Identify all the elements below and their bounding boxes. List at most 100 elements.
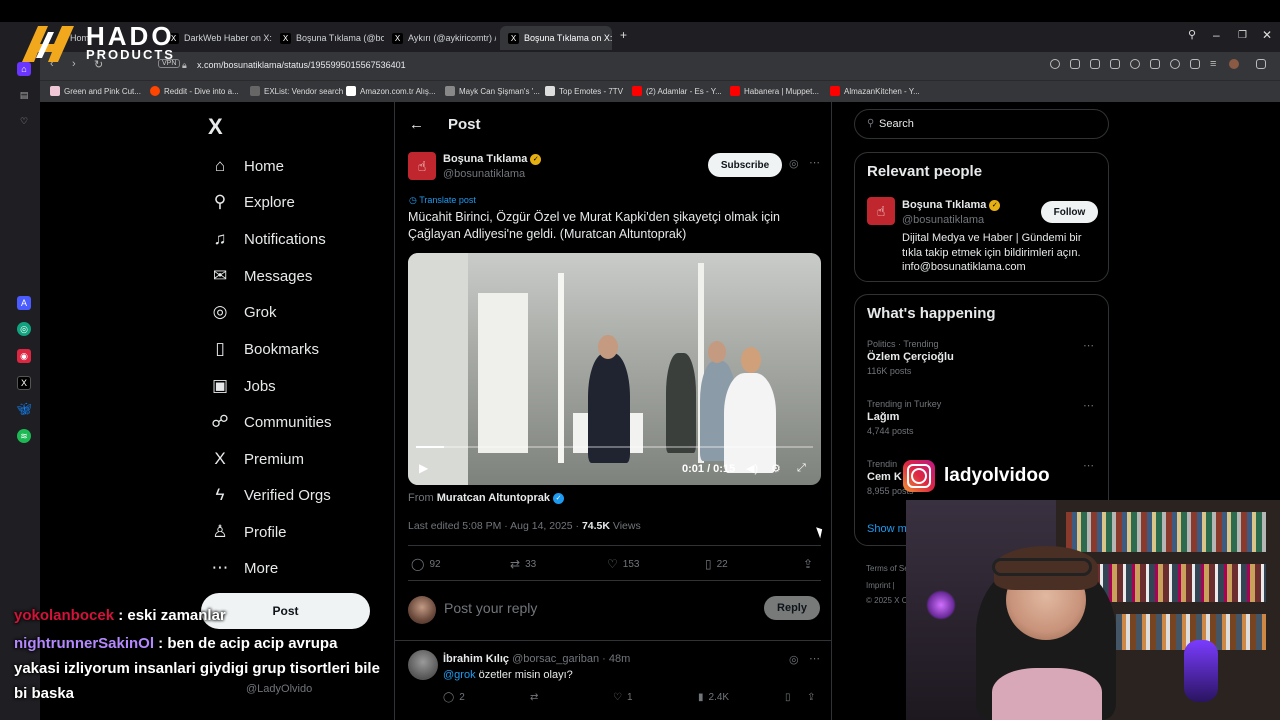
chatgpt-icon[interactable]: ◎ [17, 322, 31, 336]
instagram-icon[interactable]: ◉ [17, 349, 31, 363]
minimize-icon[interactable]: – [1213, 28, 1220, 42]
footer-imprint-link[interactable]: Imprint | [866, 581, 895, 590]
edit-icon[interactable] [1070, 59, 1080, 69]
tab-aykiri[interactable]: X Aykırı (@aykiricomtr) / X [384, 26, 496, 50]
reply-action[interactable]: ◯ 92 [411, 557, 441, 571]
show-more-link[interactable]: Show m [867, 523, 907, 535]
nav-communities[interactable]: ☍ Communities [210, 412, 331, 432]
author-avatar[interactable]: ☝ [408, 152, 436, 180]
nav-home[interactable]: ⌂ Home [210, 156, 284, 176]
fullscreen-icon[interactable]: ⤢ [797, 462, 806, 475]
like-action[interactable]: ♡ 153 [607, 557, 639, 571]
person-avatar[interactable]: ☝ [867, 197, 895, 225]
grok-icon[interactable]: ◎ [789, 653, 799, 666]
bookmark-item[interactable]: EXList: Vendor search [250, 86, 343, 96]
trend-item[interactable]: Politics · Trending Özlem Çerçioğlu 116K… [867, 339, 954, 376]
bookmark-item[interactable]: Amazon.com.tr Alış... [346, 86, 436, 96]
camera-icon[interactable] [1090, 59, 1100, 69]
nav-explore[interactable]: ⚲ Explore [210, 192, 295, 212]
comment-reply-action[interactable]: ◯ 2 [443, 692, 465, 703]
source-author-link[interactable]: Muratcan Altuntoprak [437, 492, 550, 504]
zoom-icon[interactable] [1050, 59, 1060, 69]
author-handle[interactable]: @bosunatiklama [443, 168, 525, 180]
lock-icon[interactable]: 🔒︎ [182, 60, 187, 71]
bookmark-item[interactable]: Mayk Can Şişman's '... [445, 86, 540, 96]
extension-icon[interactable] [1130, 59, 1140, 69]
x-logo[interactable]: X [208, 114, 223, 140]
tab-active-post[interactable]: X Boşuna Tıklama on X: "Mü [500, 26, 612, 50]
comment-avatar[interactable] [408, 650, 438, 680]
shield-icon[interactable] [1110, 59, 1120, 69]
wallet-icon[interactable]: ▤ [17, 88, 31, 102]
tab-bosuna-tiklama[interactable]: X Boşuna Tıklama (@bosun [272, 26, 384, 50]
bluesky-icon[interactable]: 🦋︎ [16, 402, 31, 416]
sidebar-toggle-icon[interactable] [1256, 59, 1266, 69]
trend-item[interactable]: Trending in Turkey Lağım 4,744 posts [867, 399, 941, 436]
menu-icon[interactable]: ≡ [1210, 58, 1216, 70]
nav-jobs[interactable]: ▣ Jobs [210, 376, 276, 396]
bookmark-item[interactable]: Reddit - Dive into a... [150, 86, 239, 96]
bookmark-item[interactable]: AlmazanKitchen - Y... [830, 86, 920, 96]
more-options-icon[interactable]: ⋯ [809, 652, 820, 665]
play-icon[interactable] [1150, 59, 1160, 69]
follow-button[interactable]: Follow [1041, 201, 1098, 223]
close-window-icon[interactable]: ✕ [1262, 28, 1272, 42]
edited-timestamp[interactable]: Last edited 5:08 PM · Aug 14, 2025 · [408, 520, 579, 532]
share-action[interactable]: ⇪ [803, 557, 813, 571]
video-player[interactable]: ▶ 0:01 / 0:15 ◀) ⚙ ⤢ [408, 253, 821, 485]
heart-shield-icon[interactable]: ♡ [17, 114, 31, 128]
nav-messages[interactable]: ✉ Messages [210, 266, 313, 286]
search-box[interactable]: ⚲ Search [854, 109, 1109, 139]
nav-premium[interactable]: X Premium [210, 449, 304, 469]
bookmark-item[interactable]: (2) Adamlar - Es - Y... [632, 86, 722, 96]
reply-input[interactable]: Post your reply [444, 600, 537, 616]
comment-author[interactable]: İbrahim Kılıç @borsac_gariban · 48m [443, 653, 630, 665]
tab-darkweb-haber[interactable]: X DarkWeb Haber on X: "Ö [160, 26, 272, 50]
search-input[interactable]: Search [879, 118, 914, 130]
comment-like-action[interactable]: ♡ 1 [613, 692, 633, 703]
comment-share-action[interactable]: ⇪ [807, 692, 815, 703]
nav-more[interactable]: ⋯ More [210, 558, 279, 578]
more-options-icon[interactable]: ⋯ [809, 156, 820, 169]
comment-bookmark-action[interactable]: ▯ [785, 692, 791, 703]
new-tab-button[interactable]: + [620, 28, 627, 42]
settings-gear-icon[interactable]: ⚙ [771, 462, 781, 475]
comment-views-action[interactable]: ▮ 2.4K [698, 692, 729, 703]
maximize-icon[interactable]: ❐ [1238, 30, 1247, 41]
url-input[interactable]: x.com/bosunatiklama/status/1955995015567… [197, 60, 406, 70]
profile-avatar-icon[interactable] [1229, 59, 1239, 69]
translate-post-link[interactable]: ◷ Translate post [409, 195, 476, 206]
x-icon[interactable]: X [17, 376, 31, 390]
video-progress-bar[interactable] [416, 446, 813, 448]
back-arrow-icon[interactable]: ← [409, 116, 424, 133]
nav-profile[interactable]: ♙ Profile [210, 522, 286, 542]
nav-notifications[interactable]: ♫ Notifications [210, 229, 326, 249]
nav-bookmarks[interactable]: ▯ Bookmarks [210, 339, 319, 359]
subscribe-button[interactable]: Subscribe [708, 153, 782, 177]
bookmark-item[interactable]: Top Emotes - 7TV [545, 86, 623, 96]
play-icon[interactable]: ▶ [419, 461, 428, 475]
aria-icon[interactable]: A [17, 296, 31, 310]
heart-icon[interactable] [1170, 59, 1180, 69]
bookmark-action[interactable]: ▯ 22 [705, 557, 728, 571]
mention-link[interactable]: @grok [443, 669, 476, 681]
download-icon[interactable] [1190, 59, 1200, 69]
nav-verified-orgs[interactable]: ϟ Verified Orgs [210, 485, 331, 505]
repost-action[interactable]: ⇄ 33 [510, 557, 536, 571]
more-options-icon[interactable]: ⋯ [1083, 459, 1094, 472]
bookmark-item[interactable]: Habanera | Muppet... [730, 86, 819, 96]
more-options-icon[interactable]: ⋯ [1083, 399, 1094, 412]
comment-repost-action[interactable]: ⇄ [530, 692, 538, 703]
footer-terms-link[interactable]: Terms of Se [866, 564, 909, 573]
bookmark-item[interactable]: Green and Pink Cut... [50, 86, 141, 96]
more-options-icon[interactable]: ⋯ [1083, 339, 1094, 352]
person-name[interactable]: Boşuna Tıklama ✓ [902, 199, 1001, 211]
volume-icon[interactable]: ◀) [746, 462, 758, 475]
search-tabs-icon[interactable]: ⚲ [1188, 28, 1196, 41]
grok-icon[interactable]: ◎ [789, 157, 799, 170]
spotify-icon[interactable]: ≋ [17, 429, 31, 443]
reply-button[interactable]: Reply [764, 596, 820, 620]
person-handle[interactable]: @bosunatiklama [902, 214, 984, 226]
nav-grok[interactable]: ◎ Grok [210, 302, 277, 322]
author-name[interactable]: Boşuna Tıklama ✓ [443, 153, 542, 165]
